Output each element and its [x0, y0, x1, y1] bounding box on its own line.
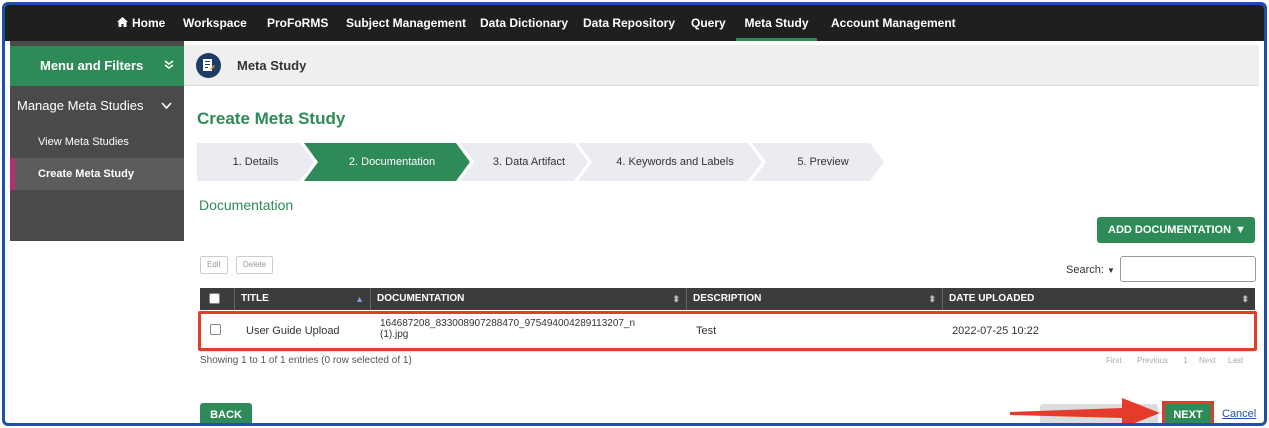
pager-first[interactable]: First [1106, 356, 1122, 365]
delete-button[interactable]: Delete [236, 256, 274, 274]
menu-and-filters-toggle[interactable]: Menu and Filters [10, 46, 184, 86]
step-preview[interactable]: 5. Preview [752, 143, 884, 181]
column-description-label: DESCRIPTION [693, 293, 762, 304]
page-header: Meta Study [184, 45, 1259, 86]
nav-account-management[interactable]: Account Management [831, 5, 956, 41]
caret-down-icon: ▼ [1106, 266, 1115, 275]
add-documentation-button[interactable]: ADD DOCUMENTATION ▼ [1097, 217, 1255, 243]
table-row[interactable]: User Guide Upload 164687208_833008907288… [200, 310, 1255, 352]
step-documentation[interactable]: 2. Documentation [304, 143, 470, 181]
nav-home[interactable]: Home [117, 5, 165, 41]
column-title[interactable]: TITLE ▲ [234, 288, 370, 310]
entries-info: Showing 1 to 1 of 1 entries (0 row selec… [200, 355, 412, 366]
create-meta-study-heading: Create Meta Study [197, 109, 346, 128]
sidebar-item-create-meta-study[interactable]: Create Meta Study [10, 158, 184, 190]
top-navigation: Home Workspace ProFoRMS Subject Manageme… [5, 5, 1264, 41]
pager-next[interactable]: Next [1199, 356, 1215, 365]
add-documentation-label: ADD DOCUMENTATION [1108, 224, 1232, 236]
document-icon [196, 53, 221, 78]
cell-date-uploaded: 2022-07-25 10:22 [952, 325, 1039, 337]
sort-asc-icon: ▲ [355, 294, 364, 304]
search-label-text: Search: [1066, 264, 1104, 276]
search-label: Search: ▼ [1066, 264, 1115, 276]
double-chevron-down-icon [164, 46, 174, 86]
cell-documentation-line1: 164687208_833008907288470_97549400428911… [380, 318, 636, 329]
chevron-down-icon [161, 86, 172, 126]
column-title-label: TITLE [241, 293, 269, 304]
page-title: Meta Study [237, 58, 307, 73]
column-date-uploaded[interactable]: DATE UPLOADED ⬍ [942, 288, 1255, 310]
sidebar: Menu and Filters Manage Meta Studies Vie… [10, 41, 184, 241]
manage-meta-studies-toggle[interactable]: Manage Meta Studies [10, 86, 184, 126]
row-checkbox[interactable] [210, 324, 221, 338]
cell-title: User Guide Upload [246, 325, 340, 337]
pager-last[interactable]: Last [1228, 356, 1243, 365]
column-date-uploaded-label: DATE UPLOADED [949, 293, 1035, 304]
next-button[interactable]: NEXT [1162, 401, 1214, 423]
caret-down-icon: ▼ [1235, 224, 1246, 236]
home-icon [117, 5, 128, 41]
search-input[interactable] [1120, 256, 1256, 282]
sort-icon: ⬍ [1241, 294, 1249, 304]
manage-meta-studies-label: Manage Meta Studies [17, 98, 144, 113]
cell-description: Test [696, 325, 717, 337]
sort-icon: ⬍ [672, 294, 680, 304]
sort-icon: ⬍ [928, 294, 936, 304]
nav-meta-study[interactable]: Meta Study [736, 5, 817, 41]
nav-query[interactable]: Query [691, 5, 726, 41]
nav-subject-management[interactable]: Subject Management [346, 5, 466, 41]
nav-data-repository[interactable]: Data Repository [583, 5, 675, 41]
checkbox-icon [209, 292, 220, 304]
select-all-checkbox[interactable] [200, 288, 234, 310]
menu-filters-label: Menu and Filters [40, 58, 144, 73]
nav-proforms[interactable]: ProFoRMS [267, 5, 328, 41]
red-arrow-icon [1010, 398, 1160, 423]
edit-button[interactable]: Edit [200, 256, 228, 274]
column-description[interactable]: DESCRIPTION ⬍ [686, 288, 942, 310]
cell-documentation[interactable]: 164687208_833008907288470_97549400428911… [380, 318, 635, 340]
column-documentation-label: DOCUMENTATION [377, 293, 465, 304]
nav-home-label: Home [132, 16, 166, 30]
nav-workspace[interactable]: Workspace [183, 5, 247, 41]
step-keywords-and-labels[interactable]: 4. Keywords and Labels [578, 143, 762, 181]
screenshot-frame: Home Workspace ProFoRMS Subject Manageme… [2, 2, 1267, 426]
checkbox-icon [210, 324, 221, 335]
cell-documentation-line2: (1).jpg [380, 329, 409, 340]
step-details[interactable]: 1. Details [197, 143, 314, 181]
nav-data-dictionary[interactable]: Data Dictionary [480, 5, 568, 41]
pager-previous[interactable]: Previous [1137, 356, 1168, 365]
back-button[interactable]: BACK [200, 403, 252, 423]
documentation-heading: Documentation [199, 197, 294, 213]
step-data-artifact[interactable]: 3. Data Artifact [460, 143, 588, 181]
pager-page[interactable]: 1 [1183, 356, 1187, 365]
sidebar-item-view-meta-studies[interactable]: View Meta Studies [10, 126, 184, 158]
table-header: TITLE ▲ DOCUMENTATION ⬍ DESCRIPTION ⬍ DA… [200, 288, 1255, 310]
cancel-link[interactable]: Cancel [1222, 408, 1256, 420]
column-documentation[interactable]: DOCUMENTATION ⬍ [370, 288, 686, 310]
